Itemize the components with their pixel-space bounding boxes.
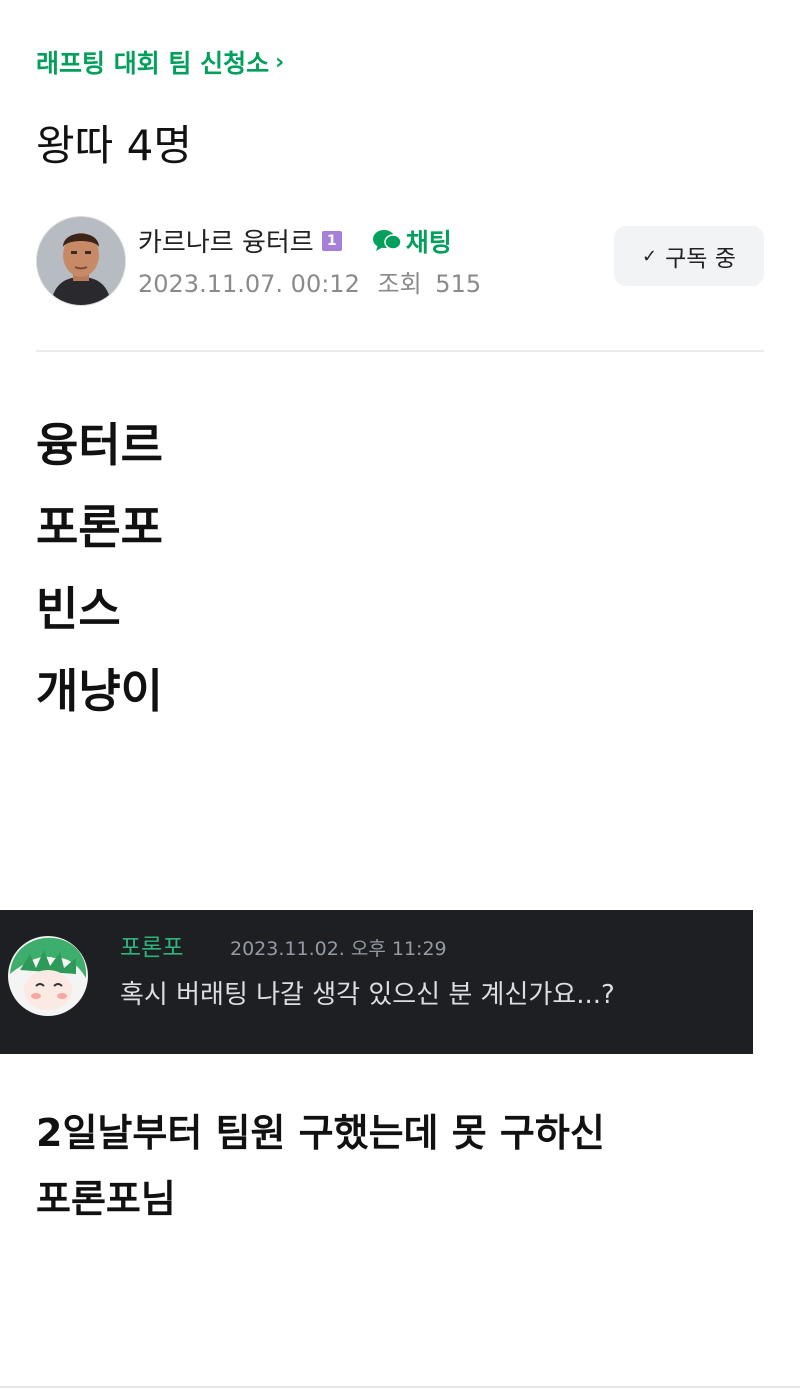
views-count: 515 [435, 270, 482, 298]
post-closing-text: 2일날부터 팀원 구했는데 못 구하신 포론포님 [36, 1100, 605, 1232]
header-divider [36, 350, 764, 352]
check-icon: ✓ [642, 245, 658, 267]
board-label: 래프팅 대회 팀 신청소 [36, 49, 270, 78]
captured-message-text: 혹시 버래팅 나갈 생각 있으신 분 계신가요...? [120, 980, 615, 1010]
captured-timestamp: 2023.11.02. 오후 11:29 [230, 938, 447, 960]
body-line: 개냥이 [36, 664, 163, 718]
level-badge: 1 [321, 230, 342, 251]
body-line: 포론포 [36, 500, 163, 554]
bottom-divider [0, 1386, 800, 1388]
subscribe-button[interactable]: ✓ 구독 중 [614, 226, 764, 286]
post-body: 융터르 포론포 빈스 개냥이 [36, 404, 163, 732]
body-line: 융터르 [36, 418, 163, 472]
post-date: 2023.11.07. 00:12 [138, 270, 360, 298]
closing-line: 포론포님 [36, 1177, 176, 1221]
post-meta: 2023.11.07. 00:12 조회 515 [138, 264, 481, 299]
closing-line: 2일날부터 팀원 구했는데 못 구하신 [36, 1111, 605, 1155]
author-avatar[interactable] [36, 216, 126, 306]
body-line: 빈스 [36, 582, 121, 636]
chat-bubble-icon [372, 229, 402, 251]
captured-user-avatar [8, 936, 88, 1016]
subscribe-label: 구독 중 [665, 246, 736, 272]
author-row: 카르나르 융터르 1 채팅 [138, 222, 452, 259]
chat-label: 채팅 [405, 227, 452, 257]
author-name[interactable]: 카르나르 융터르 [138, 222, 314, 259]
chat-screenshot-image[interactable]: 포론포 2023.11.02. 오후 11:29 혹시 버래팅 나갈 생각 있으… [0, 910, 753, 1054]
chat-button[interactable]: 채팅 [372, 223, 452, 259]
board-link[interactable]: 래프팅 대회 팀 신청소 › [36, 44, 284, 80]
captured-username: 포론포 [120, 935, 184, 961]
chevron-right-icon: › [275, 49, 285, 75]
views-label: 조회 [377, 270, 422, 298]
post-title: 왕따 4명 [36, 121, 192, 170]
